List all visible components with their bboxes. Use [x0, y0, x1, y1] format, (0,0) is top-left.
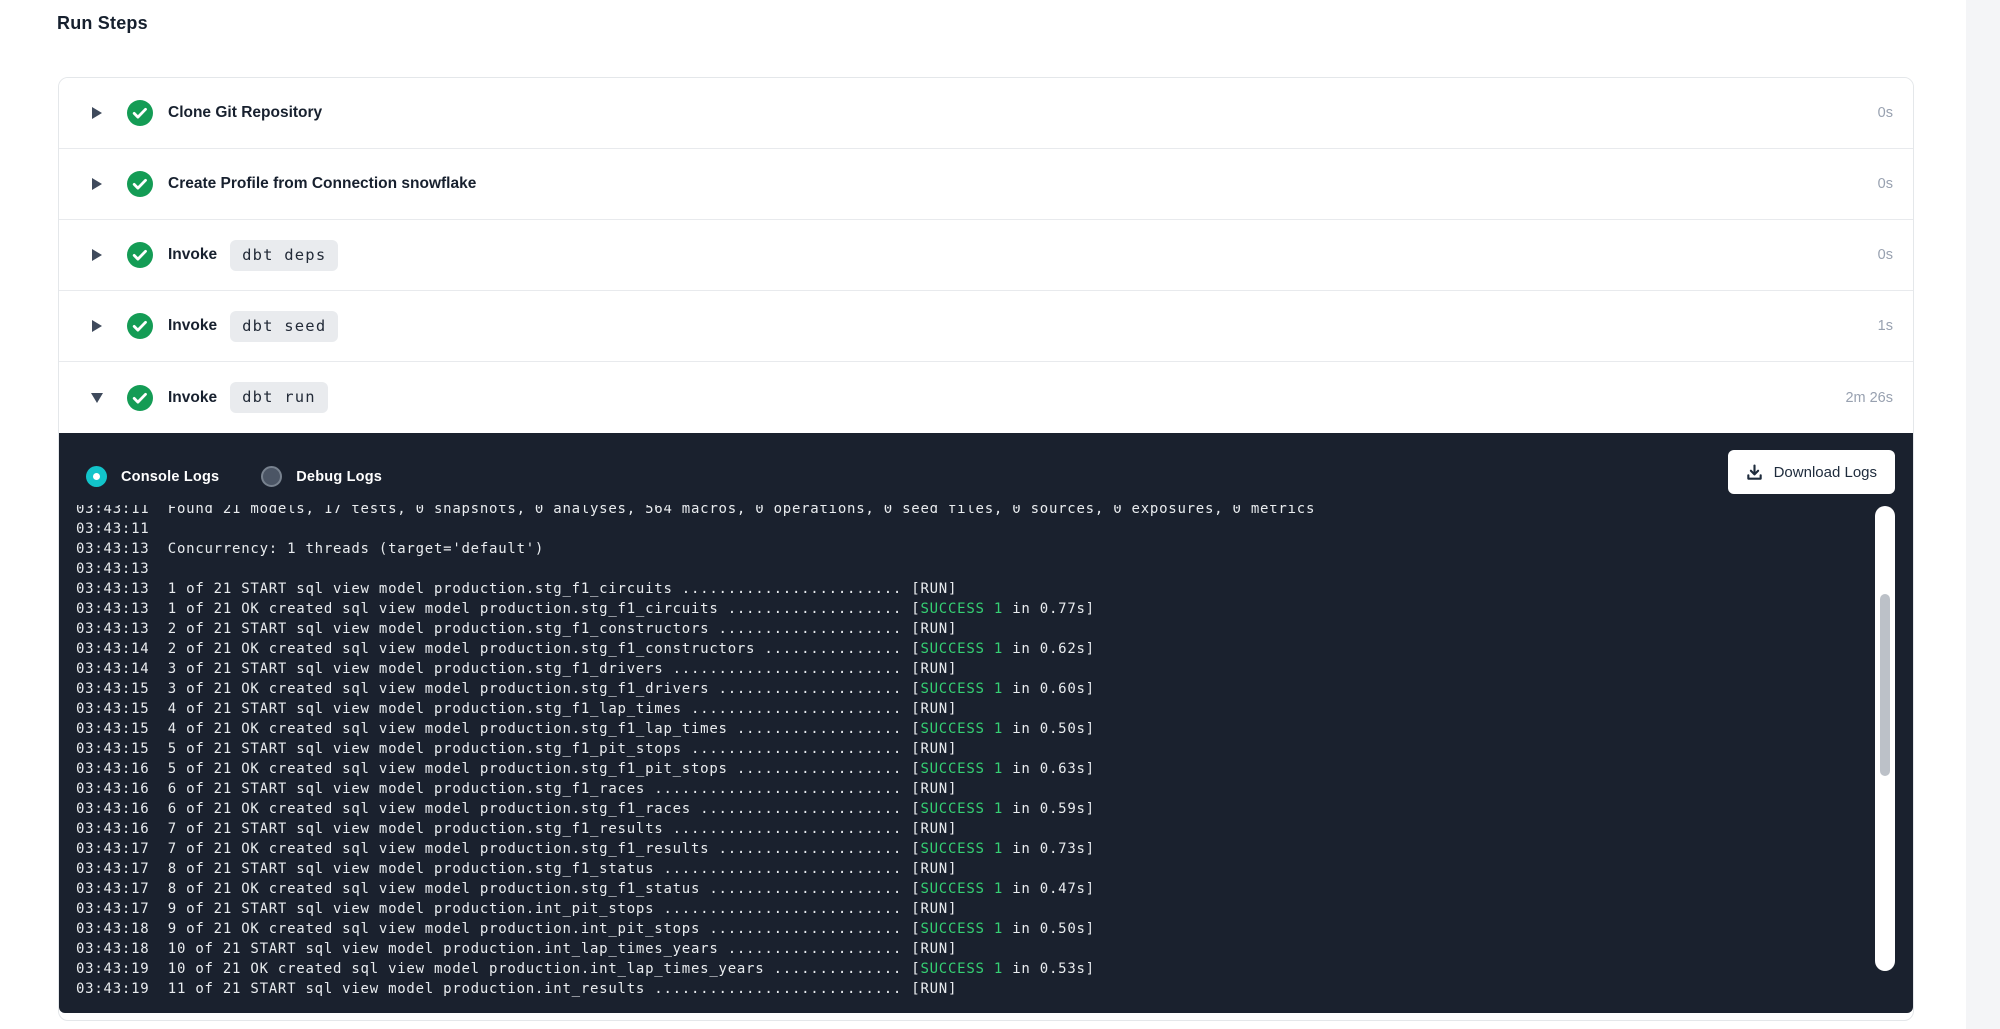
log-content: 03:43:11 Found 21 models, 17 tests, 0 sn…	[76, 505, 1859, 999]
log-line: 03:43:14 2 of 21 OK created sql view mod…	[76, 639, 1859, 659]
step-row-2[interactable]: Create Profile from Connection snowflake…	[59, 149, 1913, 220]
log-line: 03:43:13 1 of 21 START sql view model pr…	[76, 579, 1859, 599]
log-line: 03:43:11 Found 21 models, 17 tests, 0 sn…	[76, 505, 1859, 519]
expand-chevron-icon[interactable]	[89, 178, 105, 190]
log-scrollbar-thumb[interactable]	[1880, 594, 1890, 776]
log-line: 03:43:17 8 of 21 START sql view model pr…	[76, 859, 1859, 879]
log-line: 03:43:15 5 of 21 START sql view model pr…	[76, 739, 1859, 759]
step-duration: 0s	[1878, 247, 1893, 263]
log-line: 03:43:16 6 of 21 OK created sql view mod…	[76, 799, 1859, 819]
log-line: 03:43:19 11 of 21 START sql view model p…	[76, 979, 1859, 999]
expand-chevron-icon[interactable]	[89, 393, 105, 403]
step-row-1[interactable]: Clone Git Repository 0s	[59, 78, 1913, 149]
run-steps-card: Clone Git Repository 0s Create Profile f…	[58, 77, 1914, 1021]
success-check-icon	[127, 171, 153, 197]
success-check-icon	[127, 100, 153, 126]
step-label: Invoke	[168, 317, 217, 335]
radio-label: Debug Logs	[296, 469, 382, 485]
step-duration: 0s	[1878, 176, 1893, 192]
success-check-icon	[127, 385, 153, 411]
log-line: 03:43:16 5 of 21 OK created sql view mod…	[76, 759, 1859, 779]
step-duration: 0s	[1878, 105, 1893, 121]
download-logs-button[interactable]: Download Logs	[1728, 450, 1895, 494]
step-row-5[interactable]: Invoke dbt run 2m 26s	[59, 362, 1913, 433]
log-line: 03:43:19 10 of 21 OK created sql view mo…	[76, 959, 1859, 979]
download-icon	[1746, 464, 1763, 481]
log-line: 03:43:11	[76, 519, 1859, 539]
expand-chevron-icon[interactable]	[89, 249, 105, 261]
log-line: 03:43:15 4 of 21 START sql view model pr…	[76, 699, 1859, 719]
step-row-4[interactable]: Invoke dbt seed 1s	[59, 291, 1913, 362]
step-label: Invoke	[168, 246, 217, 264]
step-command-chip: dbt run	[230, 382, 328, 413]
step-duration: 1s	[1878, 318, 1893, 334]
step-duration: 2m 26s	[1845, 390, 1893, 406]
log-line: 03:43:15 3 of 21 OK created sql view mod…	[76, 679, 1859, 699]
success-check-icon	[127, 242, 153, 268]
log-line: 03:43:17 8 of 21 OK created sql view mod…	[76, 879, 1859, 899]
log-line: 03:43:13 Concurrency: 1 threads (target=…	[76, 539, 1859, 559]
log-line: 03:43:13	[76, 559, 1859, 579]
log-line: 03:43:18 10 of 21 START sql view model p…	[76, 939, 1859, 959]
step-list: Clone Git Repository 0s Create Profile f…	[59, 78, 1913, 433]
log-line: 03:43:17 9 of 21 START sql view model pr…	[76, 899, 1859, 919]
step-label: Invoke	[168, 389, 217, 407]
log-view-options: Console Logs Debug Logs	[86, 466, 382, 487]
log-viewport[interactable]: 03:43:11 Found 21 models, 17 tests, 0 sn…	[59, 505, 1859, 1005]
log-line: 03:43:13 2 of 21 START sql view model pr…	[76, 619, 1859, 639]
radio-icon	[261, 466, 282, 487]
step-command-chip: dbt deps	[230, 240, 338, 271]
step-label: Create Profile from Connection snowflake	[168, 175, 476, 193]
radio-icon	[86, 466, 107, 487]
log-line: 03:43:16 6 of 21 START sql view model pr…	[76, 779, 1859, 799]
radio-console-logs[interactable]: Console Logs	[86, 466, 219, 487]
log-line: 03:43:16 7 of 21 START sql view model pr…	[76, 819, 1859, 839]
log-panel: Console Logs Debug Logs Download Logs 03…	[59, 433, 1913, 1013]
step-command-chip: dbt seed	[230, 311, 338, 342]
radio-debug-logs[interactable]: Debug Logs	[261, 466, 382, 487]
log-line: 03:43:14 3 of 21 START sql view model pr…	[76, 659, 1859, 679]
expand-chevron-icon[interactable]	[89, 320, 105, 332]
step-label: Clone Git Repository	[168, 104, 322, 122]
page-title: Run Steps	[57, 13, 148, 34]
radio-label: Console Logs	[121, 469, 219, 485]
log-line: 03:43:15 4 of 21 OK created sql view mod…	[76, 719, 1859, 739]
log-line: 03:43:13 1 of 21 OK created sql view mod…	[76, 599, 1859, 619]
step-row-3[interactable]: Invoke dbt deps 0s	[59, 220, 1913, 291]
log-line: 03:43:18 9 of 21 OK created sql view mod…	[76, 919, 1859, 939]
expand-chevron-icon[interactable]	[89, 107, 105, 119]
page-background-gutter	[1966, 0, 2000, 1029]
success-check-icon	[127, 313, 153, 339]
log-line: 03:43:17 7 of 21 OK created sql view mod…	[76, 839, 1859, 859]
download-logs-label: Download Logs	[1774, 464, 1877, 481]
log-scrollbar-track[interactable]	[1875, 506, 1895, 971]
